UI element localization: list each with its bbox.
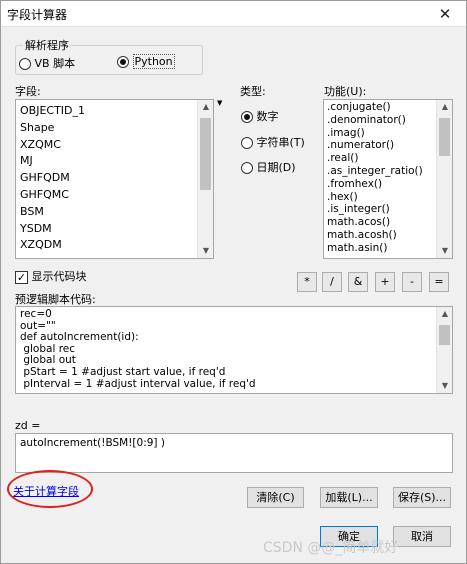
parser-group-label: 解析程序 (23, 37, 71, 53)
radio-selected-icon (117, 56, 129, 68)
code-line: pInterval = 1 #adjust interval value, if… (20, 377, 256, 390)
fields-label: 字段: (15, 85, 41, 98)
function-list-item[interactable]: .conjugate() (324, 101, 452, 114)
operator-minus-button[interactable]: - (402, 272, 422, 292)
code-line: rec=0 (20, 308, 52, 320)
field-list-item[interactable]: MJ (16, 153, 213, 170)
function-list-item[interactable]: math.asin() (324, 242, 452, 255)
cancel-button[interactable]: 取消 (393, 526, 451, 547)
watermark-text: CSDN @@_简单就好 (263, 540, 399, 556)
window-title: 字段计算器 (7, 8, 68, 22)
prelogic-label: 预逻辑脚本代码: (15, 293, 96, 306)
function-list-item[interactable]: .real() (324, 152, 452, 165)
scroll-up-icon[interactable]: ▲ (437, 307, 452, 321)
scroll-up-icon[interactable]: ▲ (198, 100, 213, 114)
operator-divide-button[interactable]: / (322, 272, 342, 292)
type-option-label: 日期(D) (256, 161, 296, 174)
function-list-item[interactable]: .hex() (324, 191, 452, 204)
function-list-item[interactable]: .denominator() (324, 114, 452, 127)
load-button[interactable]: 加载(L)... (320, 487, 378, 508)
fields-list[interactable]: OBJECTID_1 Shape XZQMC MJ GHFQDM GHFQMC BSM YSD… (15, 99, 214, 259)
save-button[interactable]: 保存(S)... (393, 487, 451, 508)
function-list-item[interactable]: .numerator() (324, 139, 452, 152)
field-list-item[interactable]: OBJECTID_1 (16, 103, 213, 120)
type-option-number[interactable]: 数字 (241, 108, 279, 124)
highlight-ellipse (7, 470, 93, 508)
operator-plus-button[interactable]: + (375, 272, 395, 292)
scroll-down-icon[interactable]: ▼ (437, 244, 452, 258)
field-list-item[interactable]: GHFQMC (16, 187, 213, 204)
functions-scrollbar[interactable]: ▲ ▼ (436, 100, 452, 258)
function-list-item[interactable]: .fromhex() (324, 178, 452, 191)
scroll-down-icon[interactable]: ▼ (198, 244, 213, 258)
clear-button[interactable]: 清除(C) (247, 487, 304, 508)
fields-scrollbar[interactable]: ▲ ▼ (197, 100, 213, 258)
function-list-item[interactable]: .as_integer_ratio() (324, 165, 452, 178)
code-line: def autoIncrement(id): (20, 331, 139, 344)
show-codeblock-checkbox[interactable]: ✓ 显示代码块 (15, 268, 87, 284)
type-option-label: 字符串(T) (256, 136, 305, 149)
fields-dropdown-icon[interactable]: ▼ (217, 99, 222, 107)
field-calculator-dialog: 字段计算器 ✕ 解析程序 VB 脚本 Python 字段: OBJECTID_1… (0, 0, 467, 564)
close-icon: ✕ (438, 5, 452, 23)
operator-multiply-button[interactable]: * (297, 272, 317, 292)
prelogic-scrollbar[interactable]: ▲ ▼ (436, 307, 452, 393)
radio-icon (241, 162, 253, 174)
field-list-item[interactable]: XZQDM (16, 237, 213, 254)
parser-option-vb[interactable]: VB 脚本 (19, 55, 75, 71)
field-list-item[interactable]: GHFQDM (16, 170, 213, 187)
close-button[interactable]: ✕ (430, 2, 460, 26)
parser-option-label: Python (132, 54, 175, 69)
scroll-thumb[interactable] (439, 325, 450, 345)
type-option-date[interactable]: 日期(D) (241, 159, 296, 175)
type-label: 类型: (240, 85, 266, 98)
function-list-item[interactable]: .imag() (324, 127, 452, 140)
function-list-item[interactable]: .is_integer() (324, 203, 452, 216)
code-line: pStart = 1 #adjust start value, if req'd (20, 365, 226, 378)
type-option-string[interactable]: 字符串(T) (241, 134, 305, 150)
parser-option-python[interactable]: Python (117, 54, 175, 69)
parser-option-label: VB 脚本 (34, 57, 76, 70)
radio-icon (241, 137, 253, 149)
title-bar: 字段计算器 ✕ (1, 1, 466, 27)
show-codeblock-label: 显示代码块 (31, 270, 87, 283)
code-line: global rec (20, 342, 76, 355)
checkmark-icon: ✓ (15, 270, 28, 284)
functions-list[interactable]: .conjugate() .denominator() .imag() .numera… (323, 99, 453, 259)
scroll-down-icon[interactable]: ▼ (437, 379, 452, 393)
field-list-item[interactable]: BSM (16, 204, 213, 221)
expression-value: autoIncrement(!BSM![0:9] ) (20, 437, 165, 449)
expression-label: zd = (15, 419, 41, 432)
prelogic-code-editor[interactable]: rec=0 out="" def autoIncrement(id): global… (15, 306, 453, 394)
functions-label: 功能(U): (324, 85, 367, 98)
type-option-label: 数字 (256, 110, 279, 123)
function-list-item[interactable]: math.acosh() (324, 229, 452, 242)
radio-selected-icon (241, 111, 253, 123)
radio-icon (19, 58, 31, 70)
field-list-item[interactable]: Shape (16, 120, 213, 137)
scroll-thumb[interactable] (439, 118, 450, 156)
scroll-up-icon[interactable]: ▲ (437, 100, 452, 114)
scroll-thumb[interactable] (200, 118, 211, 190)
function-list-item[interactable]: math.acos() (324, 216, 452, 229)
field-list-item[interactable]: YSDM (16, 221, 213, 238)
field-list-item[interactable]: XZQMC (16, 137, 213, 154)
operator-ampersand-button[interactable]: & (348, 272, 368, 292)
expression-input[interactable]: autoIncrement(!BSM![0:9] ) (15, 433, 453, 473)
operator-equals-button[interactable]: = (429, 272, 449, 292)
